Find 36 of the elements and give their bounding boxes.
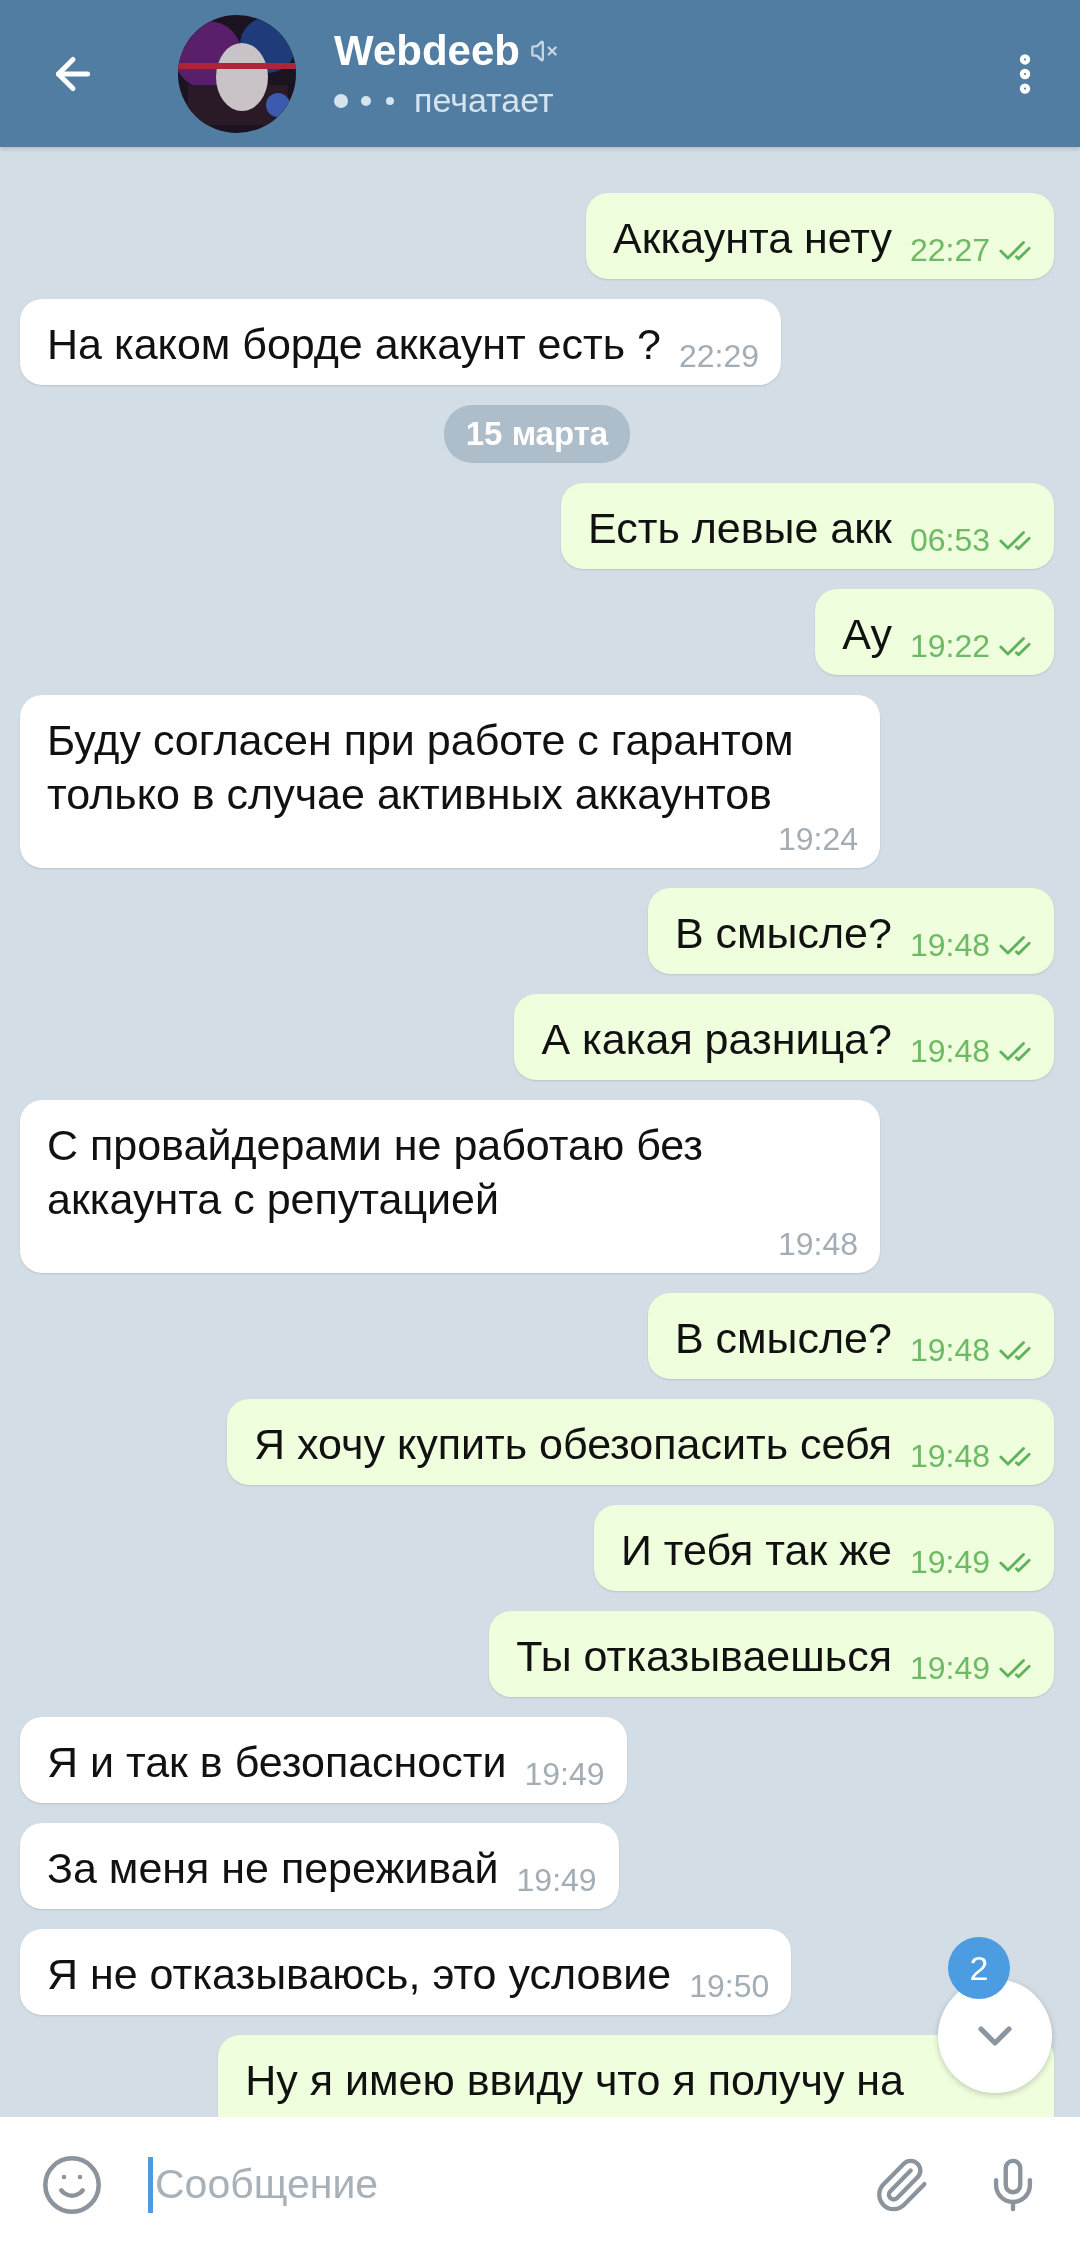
message-time: 22:27: [909, 232, 990, 269]
text-cursor: [148, 2156, 153, 2213]
message-text: Ну я имею ввиду что я получу на: [245, 2055, 904, 2106]
message-text: Буду согласен при работе с гарантом только в случае активных аккаунтов: [47, 715, 795, 820]
message-text: На каком борде аккаунт есть ?: [47, 319, 661, 370]
unread-badge: 2: [948, 1937, 1010, 1999]
typing-status: печатает: [414, 81, 554, 120]
message-time: 19:48: [909, 1033, 990, 1070]
message-time: 19:22: [909, 628, 990, 665]
message-text: И тебя так же: [620, 1525, 892, 1576]
message-text: Аккаунта нету: [613, 213, 892, 264]
message-time: 19:24: [777, 821, 858, 858]
contact-name: Webdeeb: [334, 27, 520, 75]
message-text: Я хочу купить обезопасить себя: [254, 1419, 892, 1470]
message-text: С провайдерами не работаю без аккаунта с репутацией: [47, 1120, 704, 1225]
message-text: Ау: [842, 609, 892, 660]
message-time: 19:49: [524, 1756, 605, 1793]
message-text: Я не отказываюсь, это условие: [47, 1949, 672, 2000]
message-time: 19:49: [909, 1544, 990, 1581]
message-time: 19:48: [777, 1226, 858, 1263]
date-separator: 15 марта: [443, 405, 631, 463]
message-time: 06:53: [909, 522, 990, 559]
message-text: В смысле?: [674, 908, 892, 959]
message-text: А какая разница?: [541, 1014, 892, 1065]
message-time: 19:50: [689, 1968, 770, 2005]
message-text: За меня не переживай: [47, 1843, 499, 1894]
message-time: 19:48: [909, 1438, 990, 1475]
message-text: Ты отказываешься: [516, 1631, 892, 1682]
message-time: 19:48: [909, 1332, 990, 1369]
message-time: 22:29: [678, 338, 759, 375]
message-time: 19:49: [516, 1862, 597, 1899]
message-text: В смысле?: [674, 1313, 892, 1364]
message-time: 19:48: [909, 927, 990, 964]
message-text: Есть левые акк: [588, 503, 892, 554]
message-time: 19:49: [909, 1650, 990, 1687]
message-text: Я и так в безопасности: [47, 1737, 507, 1788]
